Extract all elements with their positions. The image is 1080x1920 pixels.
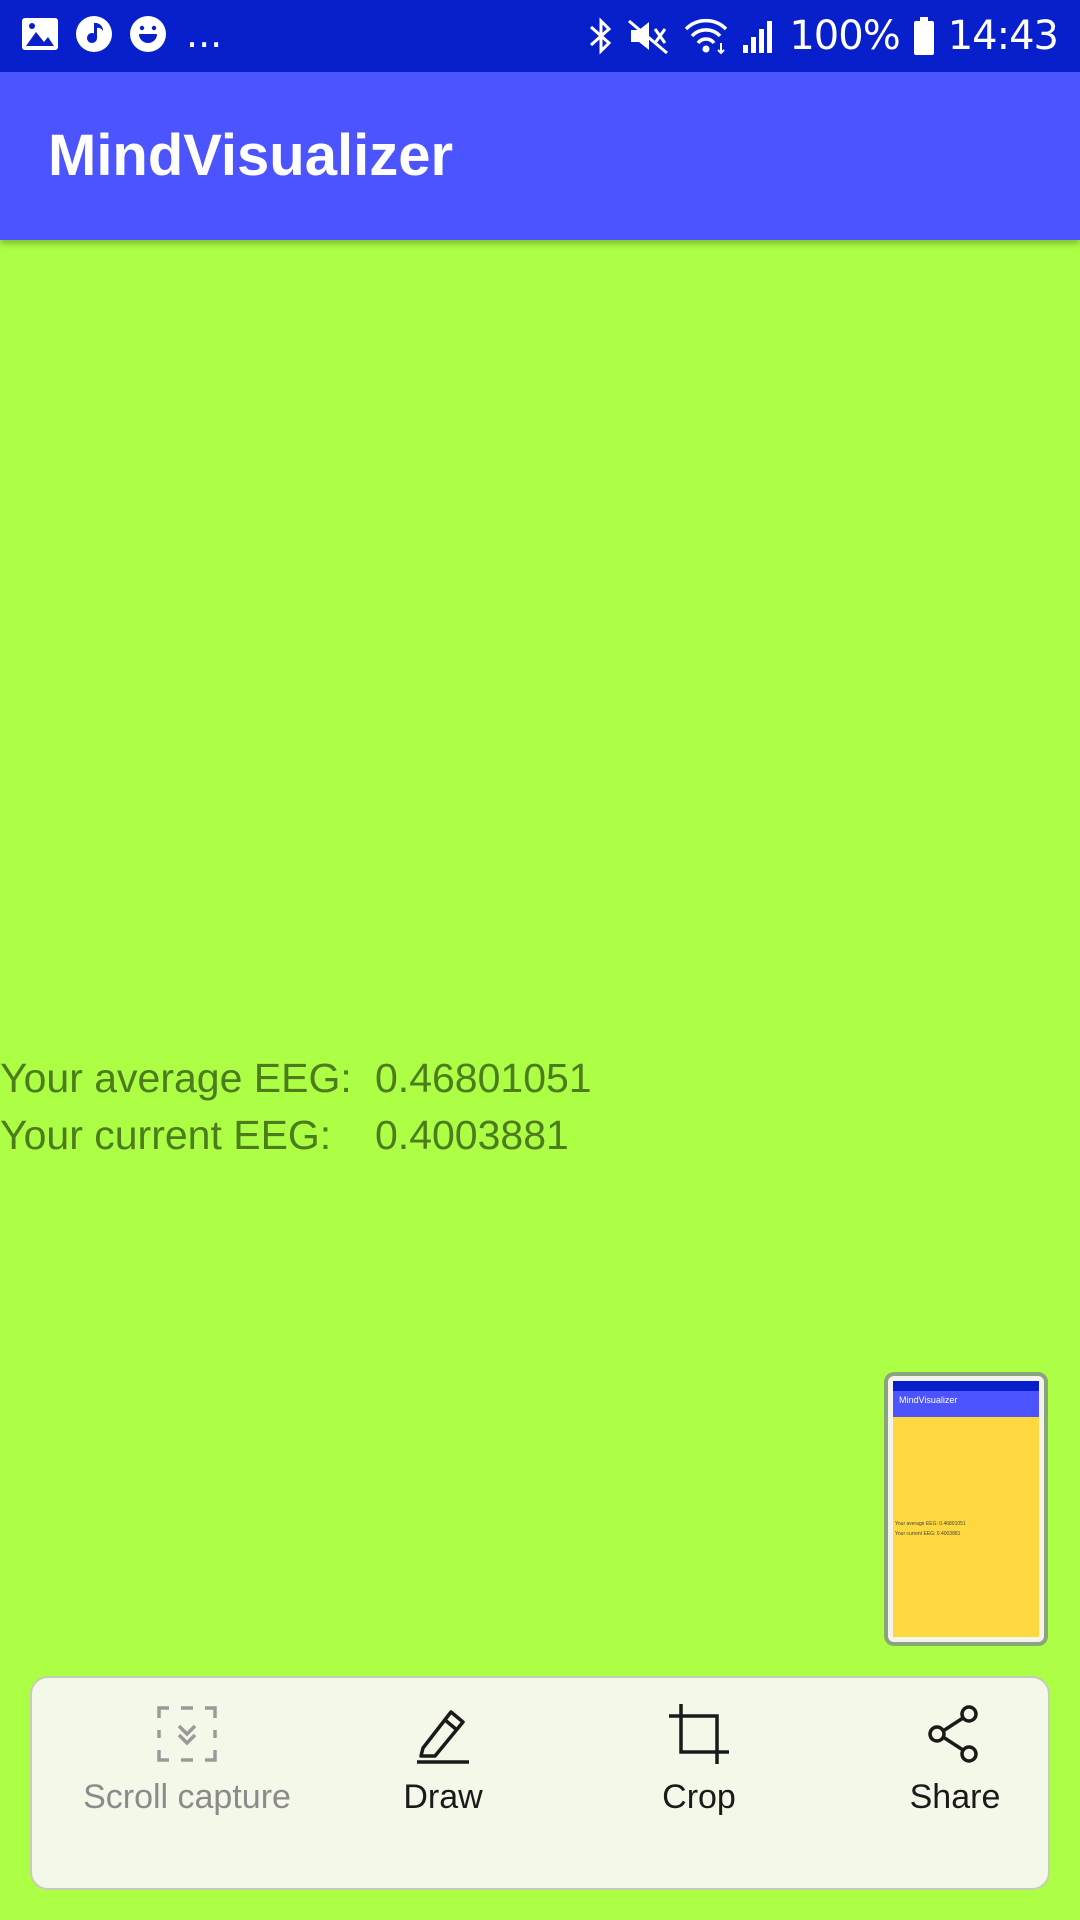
clock: 14:43 <box>947 13 1059 59</box>
status-bar: ... 100% 14:43 <box>0 0 1080 72</box>
mute-icon <box>628 19 669 55</box>
more-notifications: ... <box>186 12 223 56</box>
gallery-icon <box>22 18 58 50</box>
share-icon <box>928 1705 978 1763</box>
screenshot-toolbar: Scroll capture Draw Crop Share <box>30 1676 1050 1890</box>
current-eeg-row: Your current EEG: 0.4003881 <box>0 1112 700 1172</box>
app-bar: MindVisualizer <box>0 72 1080 240</box>
crop-icon <box>669 1704 729 1764</box>
thumbnail-image: MindVisualizer Your average EEG: 0.46801… <box>893 1381 1039 1637</box>
thumbnail-title: MindVisualizer <box>899 1395 958 1405</box>
average-eeg-label: Your average EEG: <box>0 1055 352 1101</box>
system-icons: 100% 14:43 <box>587 12 1059 60</box>
music-icon <box>76 16 112 52</box>
share-label: Share <box>909 1778 1001 1816</box>
current-eeg-value: 0.4003881 <box>375 1112 569 1158</box>
thumbnail-current-line: Your current EEG: 0.4003881 <box>895 1531 961 1537</box>
average-eeg-value: 0.46801051 <box>375 1055 592 1101</box>
draw-button[interactable]: Draw <box>318 1702 568 1852</box>
scroll-capture-icon <box>157 1706 217 1762</box>
draw-label: Draw <box>403 1778 483 1816</box>
pen-icon <box>417 1710 469 1764</box>
thumbnail-average-line: Your average EEG: 0.46801051 <box>895 1521 966 1527</box>
scroll-capture-button[interactable]: Scroll capture <box>62 1702 312 1852</box>
wifi-icon <box>685 18 728 55</box>
scroll-capture-label: Scroll capture <box>83 1778 291 1816</box>
crop-label: Crop <box>662 1778 736 1816</box>
bluetooth-icon <box>590 17 612 55</box>
screenshot-thumbnail[interactable]: MindVisualizer Your average EEG: 0.46801… <box>884 1372 1048 1646</box>
app-title: MindVisualizer <box>48 123 454 188</box>
notification-icons: ... <box>20 14 222 54</box>
signal-icon <box>743 21 773 53</box>
thumbnail-status-bar <box>893 1381 1039 1391</box>
battery-icon <box>913 17 934 55</box>
crop-button[interactable]: Crop <box>574 1702 824 1852</box>
emoji-icon <box>130 16 166 52</box>
share-button[interactable]: Share <box>830 1702 1080 1852</box>
battery-percent: 100% <box>789 13 900 59</box>
current-eeg-label: Your current EEG: <box>0 1112 332 1158</box>
average-eeg-row: Your average EEG: 0.46801051 <box>0 1055 700 1115</box>
